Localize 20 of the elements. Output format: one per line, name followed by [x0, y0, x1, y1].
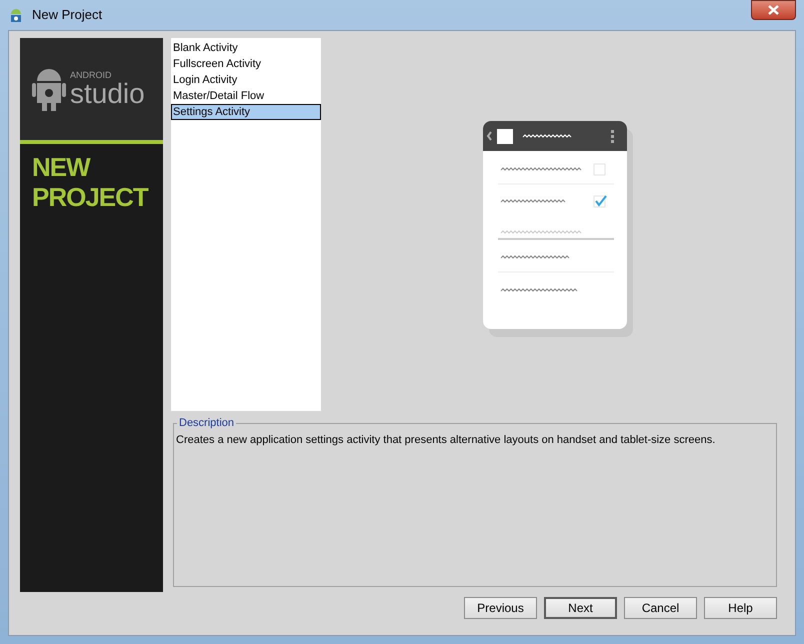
- template-item[interactable]: Blank Activity: [171, 40, 321, 56]
- dialog-button[interactable]: Cancel: [624, 597, 697, 619]
- window-title: New Project: [32, 6, 102, 24]
- dialog-button[interactable]: Next: [544, 597, 617, 619]
- banner-heading: NEW: [32, 152, 90, 182]
- close-button[interactable]: [751, 0, 796, 20]
- android-icon: [8, 7, 24, 23]
- description-text: Creates a new application settings activity that presents alternative layouts on handset and tablet-size screens.: [176, 432, 716, 448]
- template-item[interactable]: Login Activity: [171, 72, 321, 88]
- close-icon: [768, 5, 779, 15]
- template-item[interactable]: Settings Activity: [171, 104, 321, 120]
- template-item[interactable]: Fullscreen Activity: [171, 56, 321, 72]
- brand-text: studio: [70, 80, 145, 108]
- brand-small-text: ANDROID: [70, 70, 113, 80]
- description-legend: Description: [177, 415, 236, 432]
- dialog-button[interactable]: Help: [704, 597, 777, 619]
- banner-heading: PROJECT: [32, 182, 148, 212]
- template-item[interactable]: Master/Detail Flow: [171, 88, 321, 104]
- dialog-button[interactable]: Previous: [464, 597, 537, 619]
- android-robot-icon: [32, 67, 66, 111]
